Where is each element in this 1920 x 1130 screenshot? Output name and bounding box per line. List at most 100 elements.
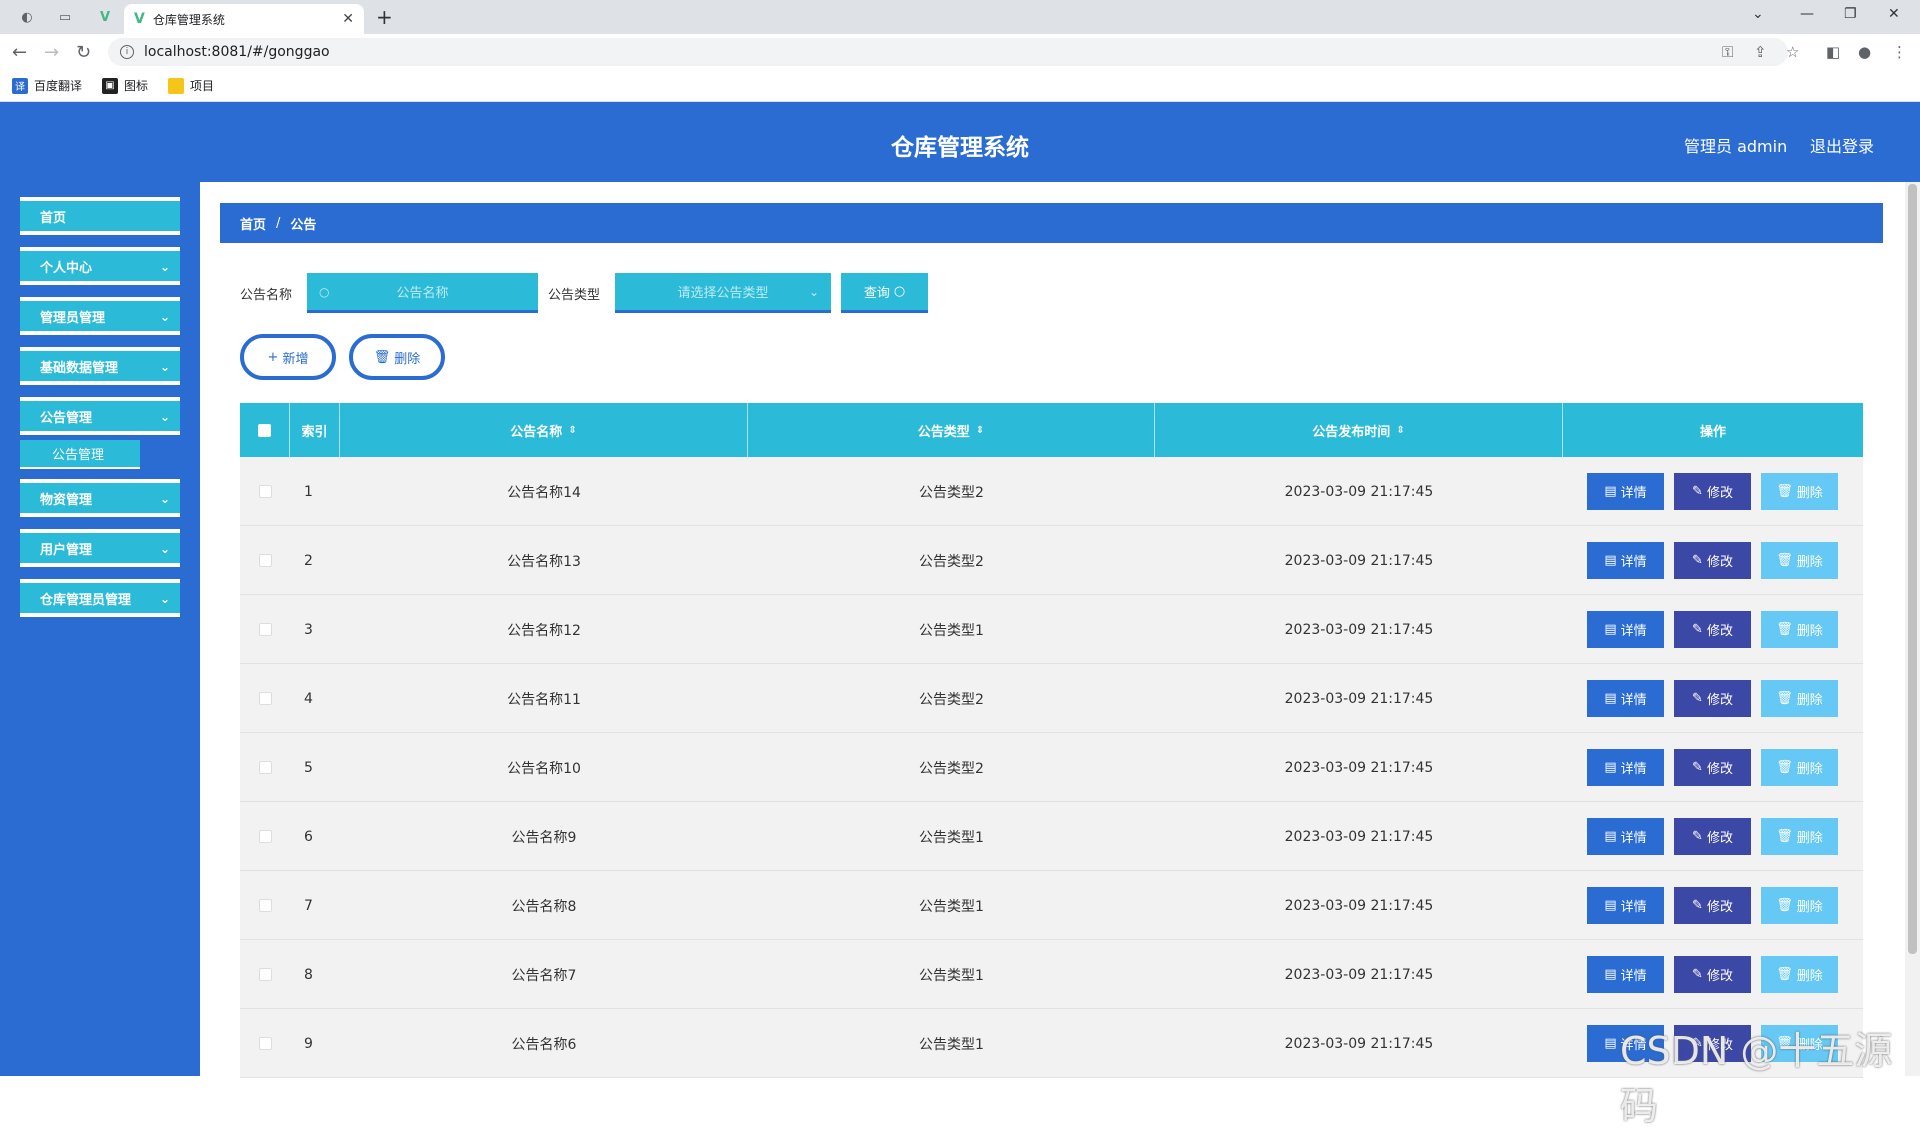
breadcrumb-home[interactable]: 首页 (240, 214, 266, 233)
row-checkbox[interactable] (258, 623, 272, 636)
detail-button[interactable]: ▤ 详情 (1587, 818, 1664, 855)
pinned-tab-icon[interactable]: ▭ (56, 8, 74, 26)
bookmark-baidu-translate[interactable]: 译 百度翻译 (12, 77, 82, 94)
button-label: 详情 (1620, 900, 1647, 915)
edit-button[interactable]: ✎ 修改 (1674, 680, 1751, 717)
delete-button[interactable]: 🗑 删除 (1761, 749, 1838, 786)
browser-menu-icon[interactable]: ◐ (18, 8, 36, 26)
row-checkbox[interactable] (258, 554, 272, 567)
site-info-icon[interactable]: i (120, 45, 134, 59)
edit-button[interactable]: ✎ 修改 (1674, 611, 1751, 648)
reload-icon[interactable]: ↻ (76, 42, 91, 63)
delete-button[interactable]: 🗑 删除 (1761, 956, 1838, 993)
bookmark-icons[interactable]: ▣ 图标 (102, 77, 148, 94)
sidebar-item-label: 物资管理 (40, 492, 93, 508)
notice-type-select[interactable]: 请选择公告类型 ⌄ (615, 273, 831, 313)
detail-button[interactable]: ▤ 详情 (1587, 473, 1664, 510)
cell-index: 6 (290, 802, 340, 871)
kebab-menu-icon[interactable]: ⋮ (1892, 43, 1907, 61)
row-checkbox[interactable] (258, 692, 272, 705)
profile-icon[interactable]: ● (1858, 43, 1871, 61)
back-icon[interactable]: ← (12, 42, 27, 63)
minimize-icon[interactable]: — (1800, 6, 1814, 22)
edit-button[interactable]: ✎ 修改 (1674, 473, 1751, 510)
pencil-icon: ✎ (1692, 484, 1703, 499)
delete-button[interactable]: 🗑 删除 (1761, 887, 1838, 924)
current-user: 管理员 admin (1684, 137, 1788, 156)
button-label: 详情 (1620, 831, 1647, 846)
sidebar-item-notice[interactable]: 公告管理 ⌄ (20, 397, 180, 435)
active-tab[interactable]: V 仓库管理系统 ✕ (124, 4, 364, 34)
edit-button[interactable]: ✎ 修改 (1674, 956, 1751, 993)
trash-icon: 🗑 (1776, 691, 1793, 706)
restore-icon[interactable]: ❐ (1844, 6, 1857, 22)
delete-button[interactable]: 🗑 删除 (1761, 611, 1838, 648)
detail-button[interactable]: ▤ 详情 (1587, 611, 1664, 648)
scrollbar-thumb[interactable] (1908, 184, 1917, 954)
table-row: 1 公告名称14 公告类型2 2023-03-09 21:17:45 ▤ 详情 ✎ 修改 🗑 删除 (240, 457, 1863, 526)
sidebar-item-label: 个人中心 (40, 260, 93, 276)
sort-icon[interactable]: ⇕ (568, 425, 576, 436)
document-icon: ▤ (1604, 898, 1617, 913)
cell-text: 4 (304, 690, 313, 707)
sort-icon[interactable]: ⇕ (976, 425, 984, 436)
row-checkbox[interactable] (258, 1037, 272, 1050)
query-button[interactable]: 查询 ○ (841, 273, 928, 313)
forward-icon[interactable]: → (44, 42, 59, 63)
select-all-checkbox[interactable] (258, 423, 271, 437)
window-close-icon[interactable]: ✕ (1888, 6, 1900, 22)
row-checkbox[interactable] (258, 485, 272, 498)
delete-button[interactable]: 🗑 删除 (1761, 542, 1838, 579)
sidebar-item-personal[interactable]: 个人中心 ⌄ (20, 247, 180, 285)
logout-link[interactable]: 退出登录 (1810, 133, 1874, 157)
cell-name: 公告名称8 (340, 871, 748, 940)
document-icon: ▤ (1604, 622, 1617, 637)
tab-list-icon[interactable]: ⌄ (1752, 6, 1764, 22)
star-icon[interactable]: ☆ (1786, 43, 1799, 61)
edit-button[interactable]: ✎ 修改 (1674, 542, 1751, 579)
vertical-scrollbar[interactable] (1905, 182, 1920, 1076)
bookmark-project[interactable]: 项目 (168, 77, 214, 94)
detail-button[interactable]: ▤ 详情 (1587, 956, 1664, 993)
row-checkbox[interactable] (258, 830, 272, 843)
cell-type: 公告类型1 (748, 940, 1155, 1009)
key-icon[interactable]: ⚿ (1722, 43, 1733, 61)
row-checkbox[interactable] (258, 899, 272, 912)
sidebar-item-materials[interactable]: 物资管理 ⌄ (20, 479, 180, 517)
detail-button[interactable]: ▤ 详情 (1587, 749, 1664, 786)
new-tab-icon[interactable]: + (376, 5, 393, 29)
delete-button[interactable]: 🗑 删除 (1761, 818, 1838, 855)
edit-button[interactable]: ✎ 修改 (1674, 818, 1751, 855)
sidepanel-icon[interactable]: ◧ (1826, 43, 1840, 61)
vue-tab-icon[interactable]: V (96, 8, 114, 26)
share-icon[interactable]: ⇪ (1754, 43, 1767, 61)
header-time[interactable]: 公告发布时间 ⇕ (1155, 403, 1563, 457)
row-checkbox[interactable] (258, 968, 272, 981)
row-select-cell (240, 871, 290, 940)
sidebar-item-users[interactable]: 用户管理 ⌄ (20, 529, 180, 567)
cell-name: 公告名称12 (340, 595, 748, 664)
detail-button[interactable]: ▤ 详情 (1587, 542, 1664, 579)
url-input[interactable]: i localhost:8081/#/gonggao (108, 38, 1788, 66)
sidebar-subitem-notice-management[interactable]: 公告管理 (20, 440, 140, 469)
detail-button[interactable]: ▤ 详情 (1587, 680, 1664, 717)
detail-button[interactable]: ▤ 详情 (1587, 887, 1664, 924)
sidebar-item-admin[interactable]: 管理员管理 ⌄ (20, 297, 180, 335)
edit-button[interactable]: ✎ 修改 (1674, 887, 1751, 924)
delete-button[interactable]: 🗑 删除 (1761, 680, 1838, 717)
add-button[interactable]: + 新增 (240, 334, 336, 380)
header-type[interactable]: 公告类型 ⇕ (748, 403, 1155, 457)
delete-button[interactable]: 🗑 删除 (1761, 473, 1838, 510)
row-checkbox[interactable] (258, 761, 272, 774)
close-tab-icon[interactable]: ✕ (342, 11, 354, 27)
breadcrumb: 首页 / 公告 (220, 203, 1883, 243)
notice-name-input[interactable]: ○ 公告名称 (307, 273, 538, 313)
sidebar-item-basic-data[interactable]: 基础数据管理 ⌄ (20, 347, 180, 385)
edit-button[interactable]: ✎ 修改 (1674, 749, 1751, 786)
sort-icon[interactable]: ⇕ (1396, 425, 1404, 436)
bulk-delete-button[interactable]: 🗑 删除 (349, 334, 445, 380)
sidebar-item-warehouse-admin[interactable]: 仓库管理员管理 ⌄ (20, 579, 180, 617)
button-label: 删除 (1796, 762, 1823, 777)
sidebar-item-home[interactable]: 首页 (20, 197, 180, 235)
header-name[interactable]: 公告名称 ⇕ (340, 403, 748, 457)
